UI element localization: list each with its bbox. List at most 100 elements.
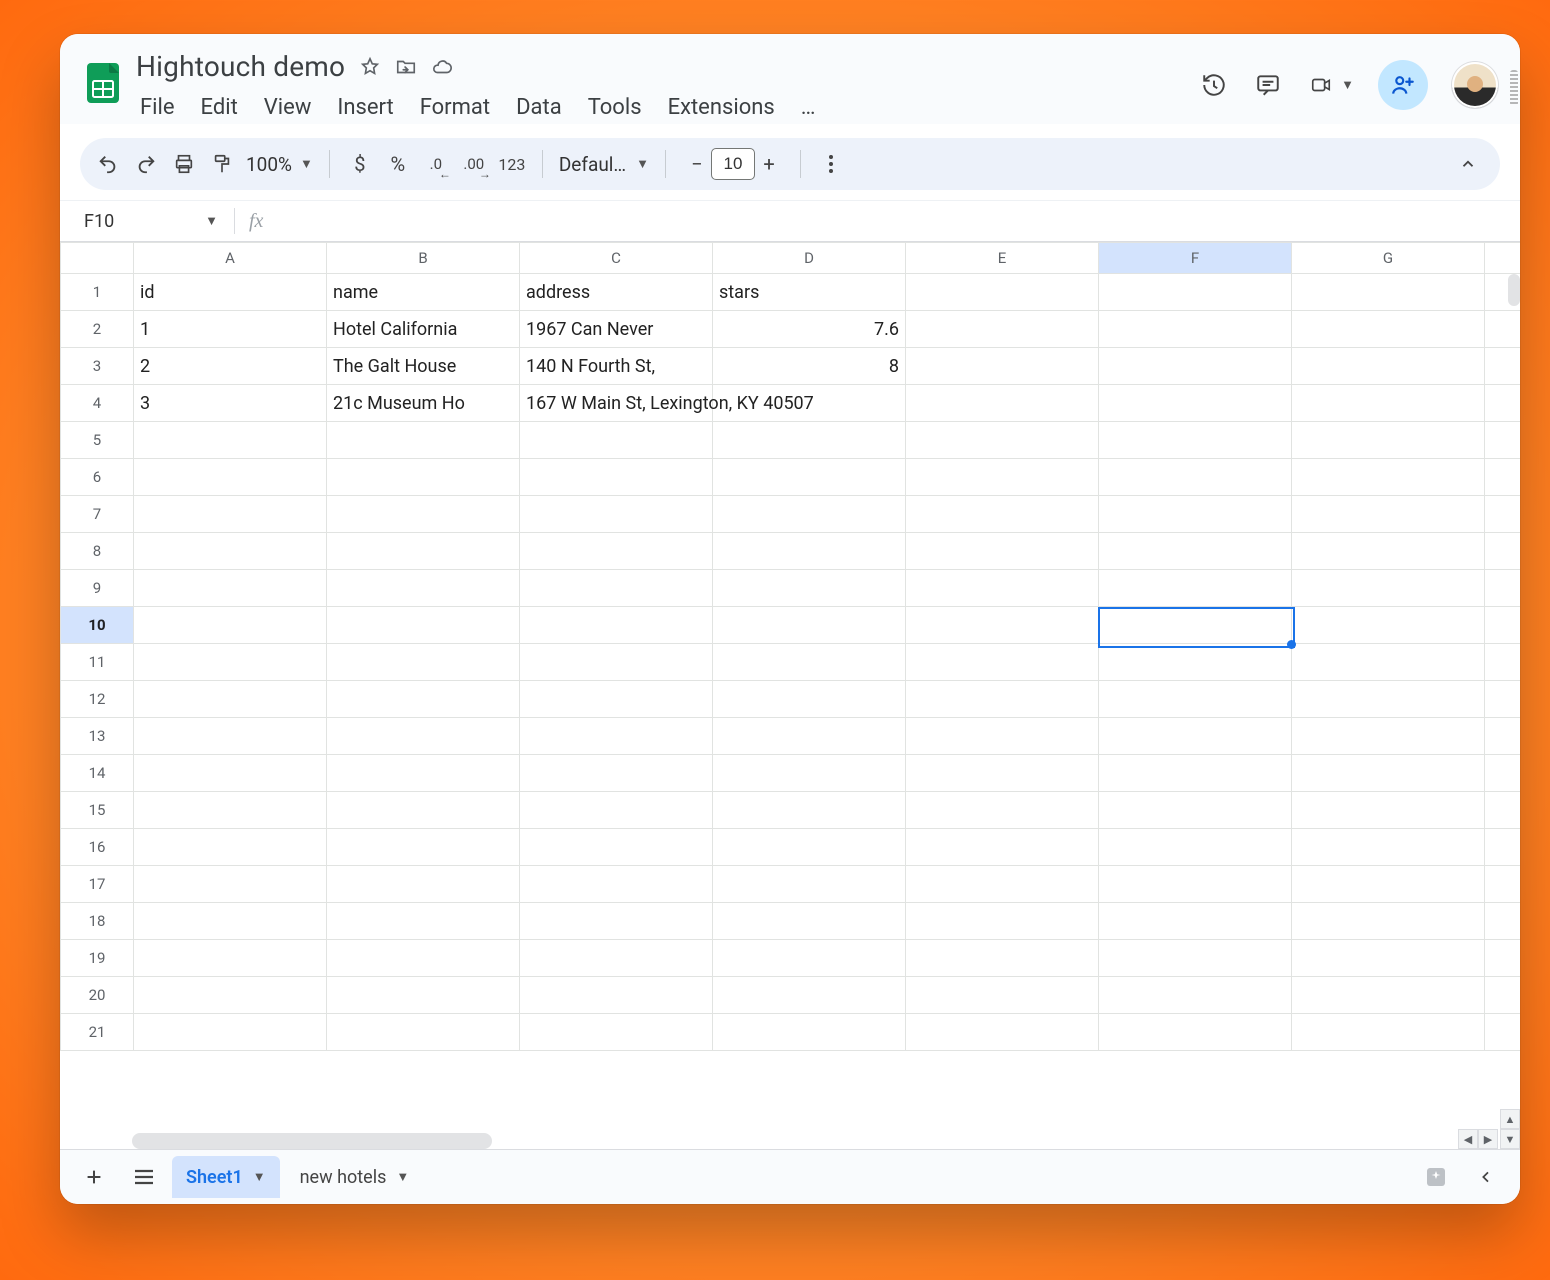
grid-cell[interactable]: stars: [713, 274, 906, 311]
row-header[interactable]: 8: [61, 533, 134, 570]
column-header[interactable]: C: [520, 243, 713, 274]
grid-cell[interactable]: [134, 570, 327, 607]
decrease-font-button[interactable]: −: [683, 148, 711, 180]
grid-cell[interactable]: [327, 607, 520, 644]
row-header[interactable]: 5: [61, 422, 134, 459]
grid-cell[interactable]: [1292, 718, 1485, 755]
collapse-toolbar-button[interactable]: [1450, 146, 1486, 182]
grid-cell[interactable]: [520, 755, 713, 792]
meet-button[interactable]: ▼: [1307, 74, 1354, 96]
grid-cell[interactable]: [1099, 607, 1292, 644]
row-header[interactable]: 15: [61, 792, 134, 829]
font-size-input[interactable]: [711, 148, 755, 180]
grid-cell[interactable]: [327, 792, 520, 829]
grid-cell[interactable]: [134, 718, 327, 755]
grid-cell[interactable]: [713, 607, 906, 644]
scroll-right-button[interactable]: ▶: [1478, 1129, 1498, 1149]
grid-cell[interactable]: [134, 681, 327, 718]
row-header[interactable]: 4: [61, 385, 134, 422]
spreadsheet-grid[interactable]: ABCDEFG1idnameaddressstars21Hotel Califo…: [60, 241, 1520, 1149]
grid-cell[interactable]: [134, 459, 327, 496]
grid-cell[interactable]: [906, 829, 1099, 866]
grid-cell[interactable]: [1485, 755, 1521, 792]
grid-cell[interactable]: [1292, 1014, 1485, 1051]
grid-cell[interactable]: [1292, 311, 1485, 348]
grid-cell[interactable]: [134, 533, 327, 570]
grid-cell[interactable]: [713, 1014, 906, 1051]
grid-cell[interactable]: [327, 977, 520, 1014]
column-header[interactable]: A: [134, 243, 327, 274]
history-icon[interactable]: [1199, 70, 1229, 100]
formula-input[interactable]: [263, 201, 1520, 241]
row-header[interactable]: 21: [61, 1014, 134, 1051]
grid-cell[interactable]: [327, 718, 520, 755]
grid-cell[interactable]: [134, 977, 327, 1014]
menu-tools[interactable]: Tools: [584, 91, 646, 124]
row-header[interactable]: 11: [61, 644, 134, 681]
row-header[interactable]: 12: [61, 681, 134, 718]
grid-cell[interactable]: [327, 644, 520, 681]
grid-cell[interactable]: [713, 940, 906, 977]
decrease-decimal-button[interactable]: .0←: [422, 148, 450, 180]
grid-cell[interactable]: [713, 496, 906, 533]
grid-cell[interactable]: 21c Museum Ho: [327, 385, 520, 422]
menu-file[interactable]: File: [136, 91, 179, 124]
grid-cell[interactable]: [713, 866, 906, 903]
row-header[interactable]: 3: [61, 348, 134, 385]
grid-cell[interactable]: [520, 459, 713, 496]
grid-cell[interactable]: [1485, 866, 1521, 903]
menu-data[interactable]: Data: [512, 91, 566, 124]
grid-cell[interactable]: [327, 459, 520, 496]
star-icon[interactable]: [359, 56, 381, 78]
grid-cell[interactable]: [906, 385, 1099, 422]
grid-cell[interactable]: [1099, 1014, 1292, 1051]
scroll-down-button[interactable]: ▼: [1500, 1129, 1520, 1149]
percent-button[interactable]: %: [384, 148, 412, 180]
grid-cell[interactable]: [520, 570, 713, 607]
grid-cell[interactable]: [134, 422, 327, 459]
scroll-left-button[interactable]: ◀: [1458, 1129, 1478, 1149]
account-avatar[interactable]: [1452, 62, 1498, 108]
grid-cell[interactable]: [1292, 607, 1485, 644]
grid-cell[interactable]: [906, 644, 1099, 681]
grid-cell[interactable]: [713, 903, 906, 940]
grid-cell[interactable]: [1292, 755, 1485, 792]
grid-cell[interactable]: [1292, 348, 1485, 385]
grid-cell[interactable]: [327, 866, 520, 903]
grid-cell[interactable]: [1099, 792, 1292, 829]
grid-cell[interactable]: 1967 Can Never: [520, 311, 713, 348]
grid-cell[interactable]: [713, 422, 906, 459]
grid-cell[interactable]: [327, 681, 520, 718]
column-header[interactable]: B: [327, 243, 520, 274]
column-header[interactable]: D: [713, 243, 906, 274]
grid-cell[interactable]: [1292, 644, 1485, 681]
grid-cell[interactable]: [906, 903, 1099, 940]
row-header[interactable]: 9: [61, 570, 134, 607]
comment-icon[interactable]: [1253, 70, 1283, 100]
grid-cell[interactable]: [520, 718, 713, 755]
undo-button[interactable]: [94, 148, 122, 180]
grid-cell[interactable]: [1485, 681, 1521, 718]
paint-format-button[interactable]: [208, 148, 236, 180]
grid-cell[interactable]: [906, 348, 1099, 385]
name-box[interactable]: F10 ▼: [60, 211, 234, 232]
zoom-select[interactable]: 100%▼: [246, 153, 313, 176]
grid-cell[interactable]: [1292, 829, 1485, 866]
grid-cell[interactable]: [327, 422, 520, 459]
grid-cell[interactable]: [520, 496, 713, 533]
grid-cell[interactable]: [1485, 459, 1521, 496]
scroll-up-button[interactable]: ▲: [1500, 1109, 1520, 1129]
print-button[interactable]: [170, 148, 198, 180]
sheet-tab-active[interactable]: Sheet1 ▼: [172, 1156, 280, 1198]
currency-button[interactable]: $: [346, 148, 374, 180]
grid-cell[interactable]: [1292, 940, 1485, 977]
grid-cell[interactable]: [906, 607, 1099, 644]
column-header[interactable]: E: [906, 243, 1099, 274]
grid-cell[interactable]: [327, 755, 520, 792]
grid-cell[interactable]: [134, 1014, 327, 1051]
grid-cell[interactable]: [1485, 607, 1521, 644]
font-select[interactable]: Defaul…▼: [559, 153, 649, 176]
grid-cell[interactable]: [327, 829, 520, 866]
grid-cell[interactable]: [520, 940, 713, 977]
grid-cell[interactable]: [1485, 718, 1521, 755]
